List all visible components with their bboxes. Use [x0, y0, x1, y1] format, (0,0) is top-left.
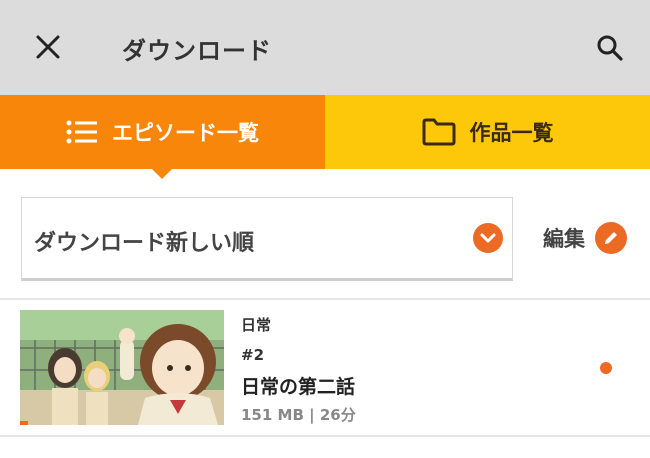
episode-number: #2 — [241, 346, 265, 364]
unread-dot — [600, 362, 612, 374]
episode-list-item[interactable]: 日常 #2 日常の第二話 151 MB | 26分 — [0, 300, 650, 435]
tab-works-label: 作品一覧 — [469, 121, 554, 145]
episode-title: 日常の第二話 — [241, 376, 356, 398]
app-bar: ダウンロード — [0, 0, 650, 95]
active-tab-pointer — [152, 169, 172, 179]
edit-label: 編集 — [543, 227, 585, 251]
episode-thumbnail — [20, 310, 224, 425]
search-icon — [597, 35, 623, 61]
divider — [0, 435, 650, 437]
episode-meta: 151 MB | 26分 — [241, 406, 356, 424]
search-button[interactable] — [590, 28, 630, 68]
chevron-down-icon — [473, 223, 503, 253]
sort-selected-label: ダウンロード新しい順 — [34, 231, 255, 256]
list-icon — [66, 120, 97, 144]
tab-bar: エピソード一覧 作品一覧 — [0, 95, 650, 179]
sort-dropdown[interactable]: ダウンロード新しい順 — [21, 197, 513, 281]
folder-icon — [422, 118, 455, 146]
page-title: ダウンロード — [122, 37, 272, 65]
close-button[interactable] — [28, 27, 68, 67]
close-icon — [36, 35, 60, 59]
edit-button[interactable]: 編集 — [543, 222, 627, 254]
tab-episodes[interactable]: エピソード一覧 — [0, 95, 325, 179]
watch-progress-bar — [20, 421, 28, 425]
episode-series: 日常 — [241, 316, 272, 334]
tab-works[interactable]: 作品一覧 — [325, 95, 650, 169]
pencil-icon — [595, 222, 627, 254]
tab-episodes-label: エピソード一覧 — [112, 121, 259, 145]
